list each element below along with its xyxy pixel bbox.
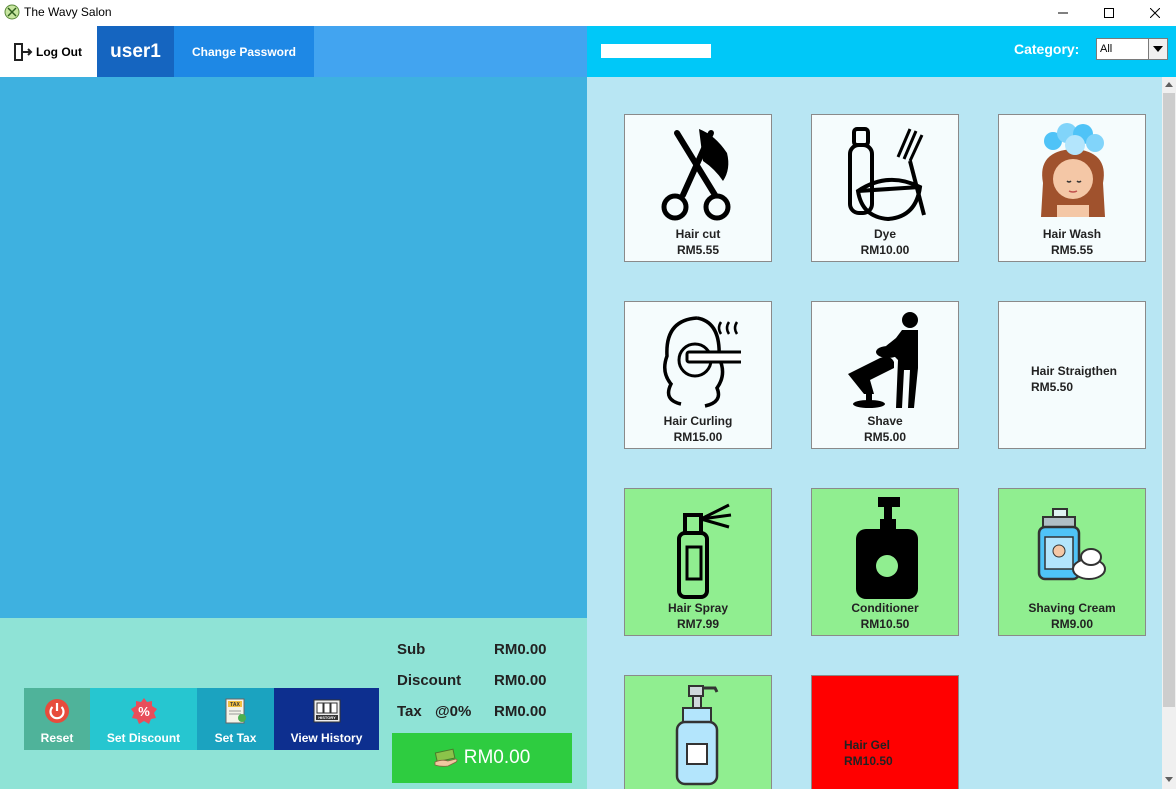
category-selected-value: All — [1100, 43, 1113, 55]
tax-value: RM0.00 — [494, 703, 547, 720]
logout-button[interactable]: Log Out — [0, 26, 97, 77]
logout-label: Log Out — [36, 44, 82, 59]
product-tile[interactable]: Dye RM10.00 — [811, 114, 959, 262]
product-scrollbar[interactable] — [1162, 77, 1176, 789]
product-tile[interactable]: Hair Spray RM7.99 — [624, 488, 772, 636]
product-price: RM15.00 — [673, 430, 723, 444]
tax-icon-text: TAX — [230, 702, 240, 708]
product-price: RM5.55 — [1050, 243, 1094, 257]
shaving-cream-icon — [1037, 508, 1106, 581]
checkout-total-button[interactable]: RM0.00 — [392, 733, 572, 783]
app-logo-icon — [4, 4, 20, 20]
product-tile[interactable]: Hair cut RM5.55 — [624, 114, 772, 262]
set-tax-button[interactable]: TAX Set Tax — [197, 688, 274, 750]
view-history-label: View History — [290, 731, 363, 745]
window-titlebar: The Wavy Salon — [0, 0, 1176, 26]
product-name: Hair Straigthen — [1031, 364, 1118, 378]
product-name: Hair Wash — [1042, 227, 1102, 241]
product-price: RM10.50 — [844, 754, 893, 768]
product-tile[interactable]: Hair Straigthen RM5.50 — [998, 301, 1146, 449]
spray-bottle-icon — [677, 503, 732, 599]
total-amount: RM0.00 — [463, 747, 531, 768]
discount-badge-icon: % — [130, 698, 157, 724]
category-dropdown[interactable]: All — [1096, 38, 1168, 60]
scissors-icon — [661, 129, 731, 221]
close-icon — [1150, 8, 1160, 18]
hair-wash-icon — [1041, 123, 1105, 217]
discount-value: RM0.00 — [494, 672, 547, 689]
tax-label: Tax — [397, 703, 422, 720]
history-icon-text: HISTORY — [318, 715, 336, 720]
product-name: Conditioner — [851, 601, 919, 615]
maximize-button[interactable] — [1086, 0, 1132, 26]
chevron-down-icon — [1153, 46, 1163, 52]
catalog-header: Category: All — [587, 26, 1176, 77]
product-tile[interactable]: Shaving Cream RM9.00 — [998, 488, 1146, 636]
product-name: Shave — [867, 414, 903, 428]
product-price: RM10.50 — [860, 617, 910, 631]
set-discount-label: Set Discount — [106, 731, 181, 745]
subtotal-value: RM0.00 — [494, 641, 547, 658]
logout-door-icon — [14, 42, 33, 61]
product-tile[interactable]: Hair Curling RM15.00 — [624, 301, 772, 449]
reset-label: Reset — [40, 731, 74, 745]
pump-bottle-blue-icon — [675, 685, 719, 786]
pump-bottle-icon — [856, 497, 918, 599]
reset-button[interactable]: Reset — [24, 688, 90, 750]
set-discount-button[interactable]: % Set Discount — [90, 688, 197, 750]
product-name: Hair Curling — [663, 414, 733, 428]
set-tax-label: Set Tax — [214, 731, 257, 745]
cart-list — [0, 77, 587, 618]
barber-chair-icon — [848, 312, 918, 408]
maximize-icon — [1104, 8, 1114, 18]
hair-curling-icon — [663, 316, 741, 408]
session-header: Log Out user1 Change Password — [0, 26, 587, 77]
close-button[interactable] — [1132, 0, 1176, 26]
search-input[interactable] — [601, 44, 711, 58]
category-label: Category: — [1014, 41, 1080, 57]
tax-rate: @0% — [435, 703, 472, 720]
cash-hand-icon — [434, 748, 458, 767]
checkout-panel: Reset % Set Discount TAX Set Tax HISTORY… — [0, 618, 587, 789]
product-price: RM7.99 — [676, 617, 720, 631]
product-name: Dye — [873, 227, 896, 241]
change-password-label: Change Password — [191, 44, 297, 59]
subtotal-label: Sub — [397, 641, 426, 658]
product-price: RM10.00 — [860, 243, 910, 257]
product-name: Hair cut — [675, 227, 721, 241]
product-price: RM5.50 — [1031, 380, 1074, 394]
product-tile[interactable]: Conditioner RM10.50 — [811, 488, 959, 636]
dye-bowl-icon — [848, 127, 926, 222]
current-user: user1 — [97, 26, 174, 77]
window-title: The Wavy Salon — [24, 5, 112, 19]
product-name: Hair Gel — [844, 738, 891, 752]
change-password-button[interactable]: Change Password — [174, 26, 314, 77]
scrollbar-thumb[interactable] — [1163, 93, 1175, 707]
svg-text:%: % — [138, 704, 150, 719]
history-counter-icon: HISTORY — [313, 699, 340, 723]
minimize-icon — [1058, 12, 1068, 14]
product-name: Hair Spray — [667, 601, 729, 615]
product-price: RM5.00 — [863, 430, 907, 444]
product-tile[interactable]: Shave RM5.00 — [811, 301, 959, 449]
dropdown-arrow[interactable] — [1148, 39, 1167, 59]
scroll-down-button[interactable] — [1162, 772, 1176, 786]
product-price: RM9.00 — [1050, 617, 1094, 631]
scroll-up-button[interactable] — [1162, 77, 1176, 91]
tax-document-icon: TAX — [225, 698, 246, 724]
product-price: RM5.55 — [676, 243, 720, 257]
username-label: user1 — [110, 40, 161, 62]
product-tile[interactable]: Hair Gel RM10.50 — [811, 675, 959, 789]
product-name: Shaving Cream — [1028, 601, 1116, 615]
minimize-button[interactable] — [1040, 0, 1086, 26]
product-tile[interactable]: Hair Wash RM5.55 — [998, 114, 1146, 262]
product-tile[interactable] — [624, 675, 772, 789]
view-history-button[interactable]: HISTORY View History — [274, 688, 379, 750]
discount-label: Discount — [397, 672, 462, 689]
power-reset-icon — [45, 699, 69, 723]
product-grid: Hair cut RM5.55 Dye RM10.00 Hair Wash RM… — [587, 77, 1162, 789]
scroll-up-arrow-icon — [1165, 81, 1173, 87]
scroll-down-arrow-icon — [1165, 776, 1173, 782]
